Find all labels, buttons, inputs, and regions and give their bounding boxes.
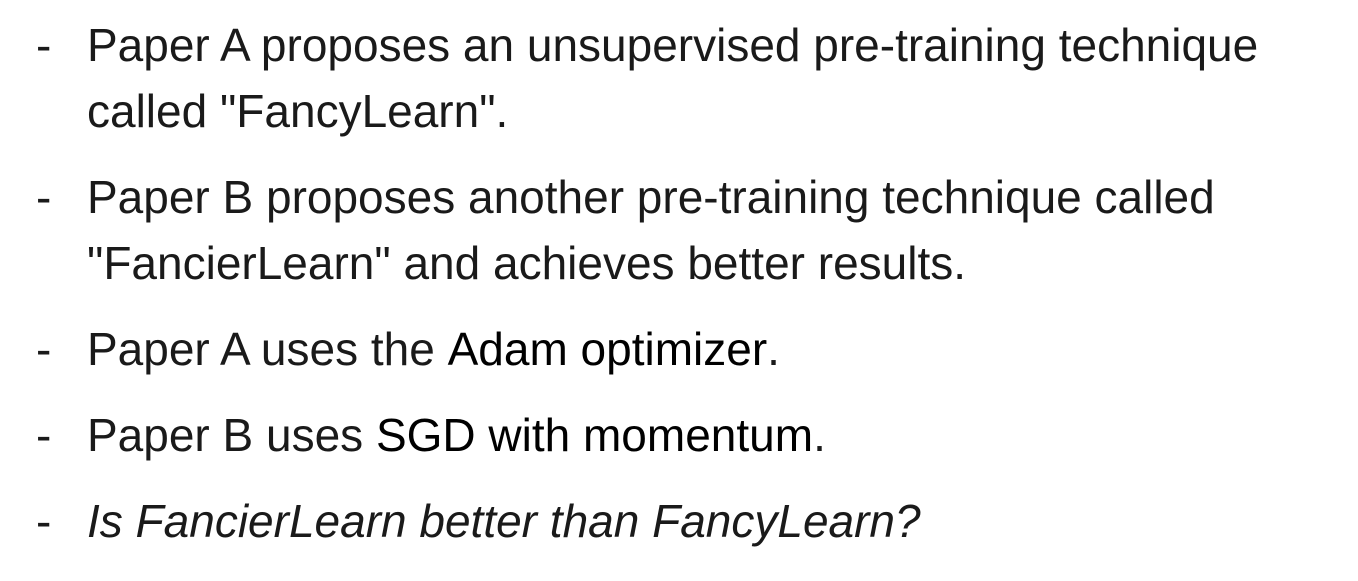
optimizer-emphasis: SGD with momentum [375,409,814,461]
item-text-prefix: Paper A uses the [87,323,448,375]
bullet-dash: - [36,323,52,375]
list-item: - Paper A proposes an unsupervised pre-t… [0,12,1358,144]
bullet-dash: - [36,171,52,223]
bullet-dash: - [36,495,52,547]
list-item: - Is FancierLearn better than FancyLearn… [0,488,1358,554]
list-item: - Paper B uses SGD with momentum. [0,402,1358,468]
list-item: - Paper B proposes another pre-training … [0,164,1358,296]
list-item: - Paper A uses the Adam optimizer. [0,316,1358,382]
item-text-suffix: . [767,323,780,375]
bullet-dash: - [36,409,52,461]
item-text: Paper A proposes an unsupervised pre-tra… [87,19,1259,137]
item-text-suffix: . [813,409,826,461]
bullet-list: - Paper A proposes an unsupervised pre-t… [0,12,1358,554]
bullet-dash: - [36,19,52,71]
question-text: Is FancierLearn better than FancyLearn? [87,495,921,547]
item-text: Paper B proposes another pre-training te… [87,171,1215,289]
item-text-prefix: Paper B uses [87,409,376,461]
optimizer-emphasis: Adam optimizer [447,323,768,375]
